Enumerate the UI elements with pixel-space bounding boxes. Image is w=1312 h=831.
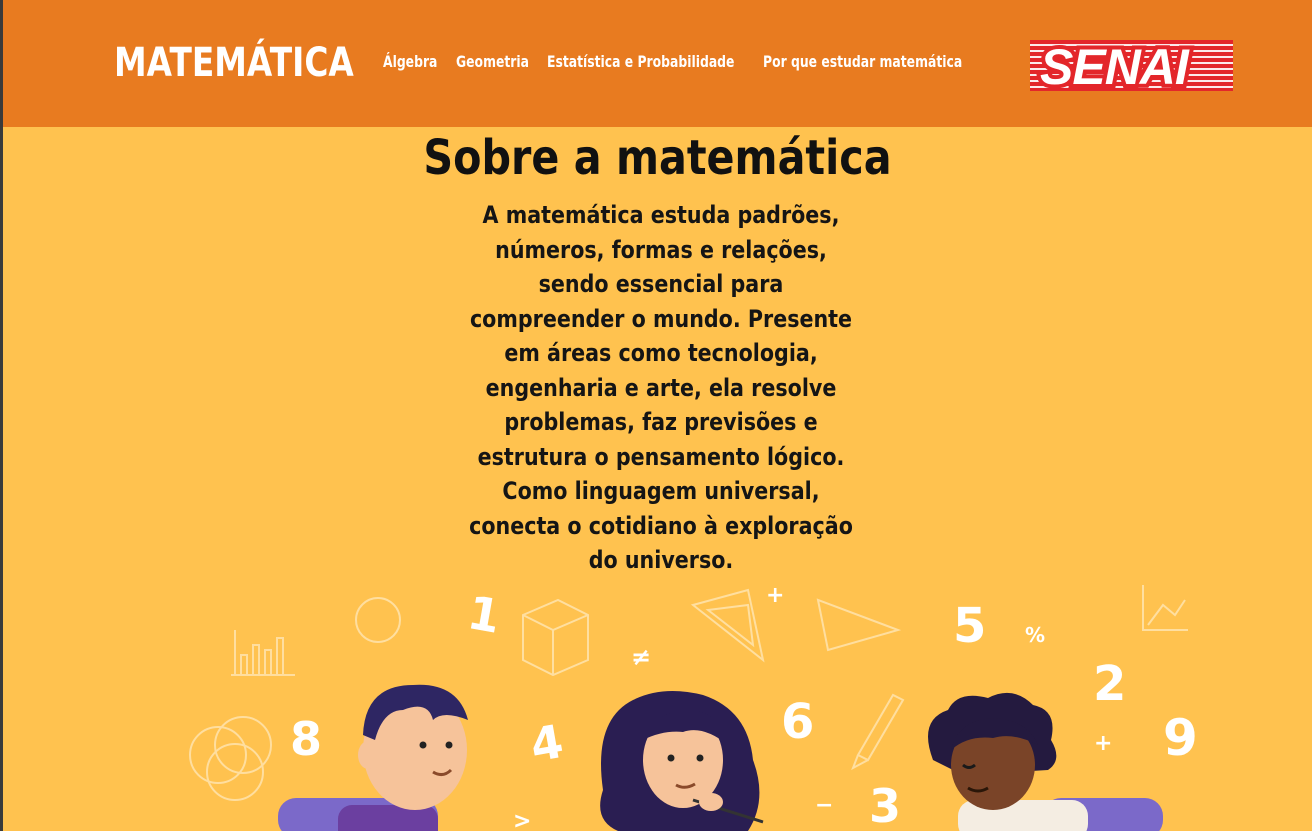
number-glyph: 9 bbox=[1163, 709, 1198, 767]
site-brand[interactable]: MATEMÁTICA bbox=[114, 40, 354, 86]
line-graph-doodle bbox=[1142, 585, 1188, 631]
nav-link-algebra[interactable]: Álgebra bbox=[383, 52, 437, 71]
number-glyph: 2 bbox=[1093, 656, 1126, 712]
about-paragraph: A matemática estuda padrões, números, fo… bbox=[469, 201, 853, 574]
page-title: Sobre a matemática bbox=[423, 130, 892, 186]
bar-chart-doodle bbox=[231, 630, 295, 676]
nav-link-estatistica[interactable]: Estatística e Probabilidade bbox=[547, 52, 734, 71]
triangle-doodle bbox=[816, 598, 902, 652]
pie-doodle bbox=[355, 597, 401, 643]
symbol-glyph: + bbox=[766, 583, 784, 608]
student-girl bbox=[600, 691, 764, 831]
student-boy-right bbox=[928, 692, 1163, 831]
symbol-glyph: − bbox=[815, 793, 833, 818]
senai-logo: SENAI SENAI bbox=[1030, 40, 1233, 91]
site-header: MATEMÁTICA Álgebra Geometria Estatística… bbox=[3, 0, 1312, 127]
number-glyph: 8 bbox=[290, 712, 322, 766]
nav-link-geometria[interactable]: Geometria bbox=[456, 52, 529, 71]
number-glyph: 6 bbox=[781, 694, 814, 750]
number-glyph: 3 bbox=[869, 779, 901, 831]
number-glyph: 1 bbox=[464, 585, 505, 644]
number-glyph: 5 bbox=[953, 598, 986, 654]
symbol-glyph: > bbox=[513, 809, 531, 831]
pencil-doodle bbox=[851, 693, 905, 771]
page: MATEMÁTICA Álgebra Geometria Estatística… bbox=[3, 0, 1312, 831]
students-illustration: 1 5 2 8 4 6 9 3 + ≠ % + − > bbox=[189, 583, 1198, 831]
symbol-glyph: ≠ bbox=[631, 643, 651, 671]
venn-doodle bbox=[189, 716, 272, 801]
nav-link-por-que-estudar[interactable]: Por que estudar matemática bbox=[763, 52, 962, 71]
symbol-glyph: + bbox=[1094, 731, 1112, 756]
symbol-glyph: % bbox=[1025, 623, 1045, 647]
number-glyph: 4 bbox=[526, 714, 567, 773]
cube-doodle bbox=[522, 598, 589, 677]
triangle-ruler-doodle bbox=[690, 588, 765, 663]
logo-text: SENAI bbox=[1040, 40, 1189, 91]
